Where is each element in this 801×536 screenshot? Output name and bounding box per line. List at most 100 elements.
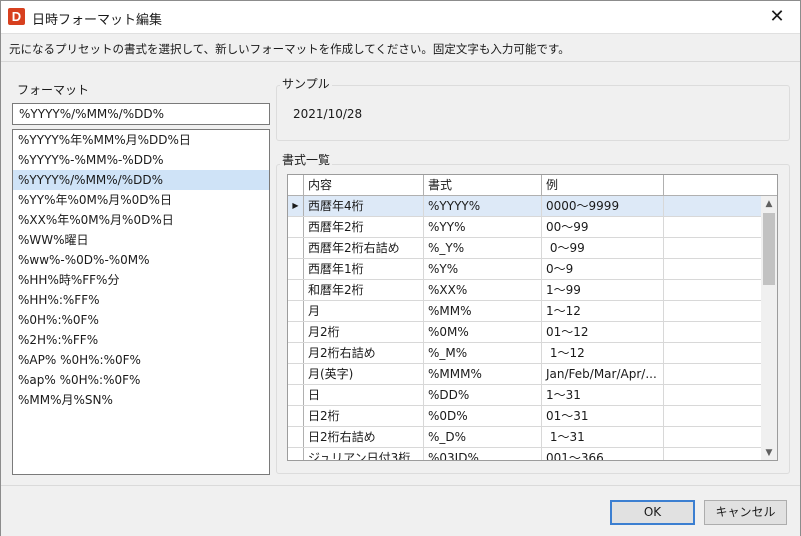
cell-content[interactable]: 和暦年2桁 — [304, 280, 424, 300]
close-button[interactable]: ✕ — [754, 1, 800, 33]
table-row[interactable]: 日2桁右詰め %_D% 1～31 — [288, 427, 761, 448]
table-row[interactable]: 月(英字) %MMM% Jan/Feb/Mar/Apr/... — [288, 364, 761, 385]
cell-example[interactable]: 1～12 — [542, 301, 664, 321]
cell-empty — [664, 322, 761, 342]
cell-format[interactable]: %MM% — [424, 301, 542, 321]
cell-empty — [664, 343, 761, 363]
cell-content[interactable]: 西暦年2桁 — [304, 217, 424, 237]
cell-example[interactable]: 1～31 — [542, 385, 664, 405]
cell-content[interactable]: 西暦年4桁 — [304, 196, 424, 216]
preset-list-item[interactable]: %YYYY%-%MM%-%DD% — [13, 150, 269, 170]
cell-content[interactable]: 月(英字) — [304, 364, 424, 384]
cell-content[interactable]: 月 — [304, 301, 424, 321]
table-row[interactable]: 日 %DD% 1～31 — [288, 385, 761, 406]
cell-format[interactable]: %Y% — [424, 259, 542, 279]
table-row[interactable]: 月 %MM% 1～12 — [288, 301, 761, 322]
cell-example[interactable]: 001～366 — [542, 448, 664, 460]
cell-example[interactable]: 1～12 — [542, 343, 664, 363]
scroll-up-icon[interactable]: ▲ — [761, 196, 777, 212]
preset-list-item[interactable]: %YY%年%0M%月%0D%日 — [13, 190, 269, 210]
ok-button[interactable]: OK — [610, 500, 695, 525]
cell-example[interactable]: Jan/Feb/Mar/Apr/... — [542, 364, 664, 384]
cell-example[interactable]: 1～31 — [542, 427, 664, 447]
column-header-example[interactable]: 例 — [542, 175, 664, 196]
cell-content[interactable]: 西暦年2桁右詰め — [304, 238, 424, 258]
row-header[interactable] — [288, 217, 304, 237]
preset-list-item[interactable]: %HH%時%FF%分 — [13, 270, 269, 290]
format-input[interactable]: %YYYY%/%MM%/%DD% — [12, 103, 270, 125]
cell-empty — [664, 196, 761, 216]
table-row[interactable]: 月2桁右詰め %_M% 1～12 — [288, 343, 761, 364]
cell-format[interactable]: %YYYY% — [424, 196, 542, 216]
table-scrollbar[interactable]: ▲ ▼ — [761, 196, 777, 460]
preset-list-item[interactable]: %0H%:%0F% — [13, 310, 269, 330]
scroll-down-icon[interactable]: ▼ — [761, 445, 777, 460]
preset-list-item[interactable]: %XX%年%0M%月%0D%日 — [13, 210, 269, 230]
preset-format-list[interactable]: %YYYY%年%MM%月%DD%日 %YYYY%-%MM%-%DD% %YYYY%/… — [12, 129, 270, 475]
table-row[interactable]: ▶ 西暦年4桁 %YYYY% 0000～9999 — [288, 196, 761, 217]
column-header-format[interactable]: 書式 — [424, 175, 542, 196]
table-row[interactable]: 西暦年2桁 %YY% 00～99 — [288, 217, 761, 238]
scroll-thumb[interactable] — [763, 213, 775, 285]
preset-list-item[interactable]: %ww%-%0D%-%0M% — [13, 250, 269, 270]
row-header[interactable] — [288, 301, 304, 321]
column-header-content[interactable]: 内容 — [304, 175, 424, 196]
cell-format[interactable]: %03JD% — [424, 448, 542, 460]
row-header[interactable] — [288, 448, 304, 460]
cell-content[interactable]: 月2桁右詰め — [304, 343, 424, 363]
cell-content[interactable]: ジュリアン日付3桁 — [304, 448, 424, 460]
preset-list-item[interactable]: %YYYY%年%MM%月%DD%日 — [13, 130, 269, 150]
row-header[interactable] — [288, 406, 304, 426]
row-header[interactable] — [288, 427, 304, 447]
cell-content[interactable]: 日2桁右詰め — [304, 427, 424, 447]
cell-content[interactable]: 日 — [304, 385, 424, 405]
preset-list-item[interactable]: %MM%月%SN% — [13, 390, 269, 410]
cell-format[interactable]: %DD% — [424, 385, 542, 405]
cell-content[interactable]: 月2桁 — [304, 322, 424, 342]
cell-example[interactable]: 01～12 — [542, 322, 664, 342]
table-row[interactable]: 和暦年2桁 %XX% 1～99 — [288, 280, 761, 301]
cell-format[interactable]: %MMM% — [424, 364, 542, 384]
table-row[interactable]: ジュリアン日付3桁 %03JD% 001～366 — [288, 448, 761, 460]
table-row[interactable]: 西暦年2桁右詰め %_Y% 0～99 — [288, 238, 761, 259]
cell-example[interactable]: 1～99 — [542, 280, 664, 300]
cell-format[interactable]: %0M% — [424, 322, 542, 342]
table-row[interactable]: 月2桁 %0M% 01～12 — [288, 322, 761, 343]
row-header-corner — [288, 175, 304, 196]
format-table-title: 書式一覧 — [280, 151, 333, 168]
dialog-window: D 日時フォーマット編集 ✕ 元になるプリセットの書式を選択して、新しいフォーマ… — [0, 0, 801, 536]
row-header[interactable] — [288, 259, 304, 279]
row-header[interactable] — [288, 385, 304, 405]
preset-list-item[interactable]: %2H%:%FF% — [13, 330, 269, 350]
row-header[interactable] — [288, 343, 304, 363]
cancel-button[interactable]: キャンセル — [704, 500, 787, 525]
current-row-marker-icon[interactable]: ▶ — [288, 196, 304, 216]
cell-format[interactable]: %_M% — [424, 343, 542, 363]
preset-list-item[interactable]: %HH%:%FF% — [13, 290, 269, 310]
table-row[interactable]: 西暦年1桁 %Y% 0～9 — [288, 259, 761, 280]
cell-format[interactable]: %_Y% — [424, 238, 542, 258]
cell-example[interactable]: 01～31 — [542, 406, 664, 426]
row-header[interactable] — [288, 364, 304, 384]
cell-format[interactable]: %YY% — [424, 217, 542, 237]
preset-list-item[interactable]: %AP% %0H%:%0F% — [13, 350, 269, 370]
preset-list-item[interactable]: %WW%曜日 — [13, 230, 269, 250]
format-label: フォーマット — [17, 83, 90, 97]
row-header[interactable] — [288, 322, 304, 342]
cell-content[interactable]: 西暦年1桁 — [304, 259, 424, 279]
cell-example[interactable]: 0000～9999 — [542, 196, 664, 216]
cell-content[interactable]: 日2桁 — [304, 406, 424, 426]
cell-example[interactable]: 0～99 — [542, 238, 664, 258]
cell-empty — [664, 217, 761, 237]
cell-format[interactable]: %_D% — [424, 427, 542, 447]
preset-list-item[interactable]: %ap% %0H%:%0F% — [13, 370, 269, 390]
cell-format[interactable]: %XX% — [424, 280, 542, 300]
row-header[interactable] — [288, 280, 304, 300]
cell-empty — [664, 238, 761, 258]
cell-format[interactable]: %0D% — [424, 406, 542, 426]
row-header[interactable] — [288, 238, 304, 258]
table-row[interactable]: 日2桁 %0D% 01～31 — [288, 406, 761, 427]
preset-list-item[interactable]: %YYYY%/%MM%/%DD% — [13, 170, 269, 190]
cell-example[interactable]: 00～99 — [542, 217, 664, 237]
cell-example[interactable]: 0～9 — [542, 259, 664, 279]
